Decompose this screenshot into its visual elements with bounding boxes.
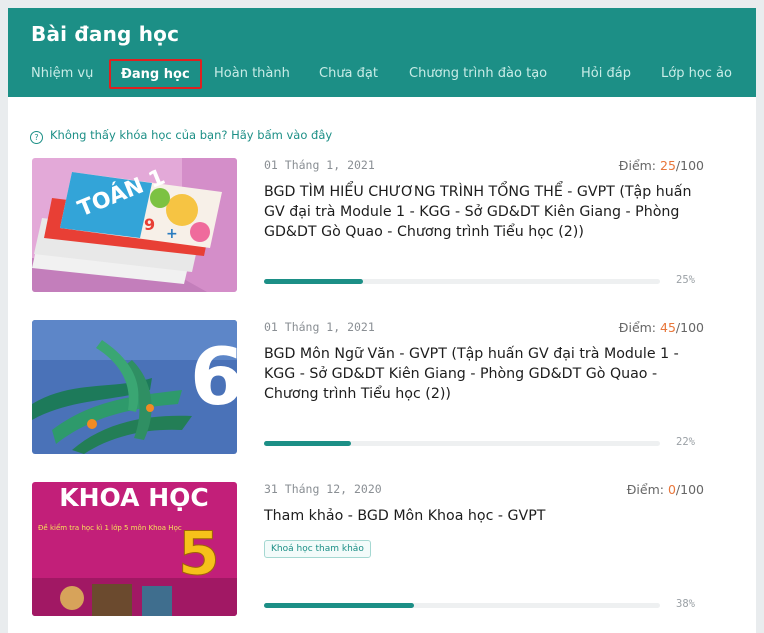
course-card: KHOA HỌC Đề kiểm tra học kì 1 lớp 5 môn … (8, 482, 756, 622)
course-score: Điểm: 25/100 (618, 158, 704, 173)
course-score: Điểm: 45/100 (618, 320, 704, 335)
help-link[interactable]: ? Không thấy khóa học của bạn? Hãy bấm và… (30, 128, 332, 144)
tab-nhiem-vu[interactable]: Nhiệm vụ (31, 66, 93, 81)
page-title: Bài đang học (31, 22, 180, 46)
tab-bar: Nhiệm vụ Đang học Hoàn thành Chưa đạt Ch… (8, 59, 756, 94)
help-text: Không thấy khóa học của bạn? Hãy bấm vào… (50, 128, 333, 142)
course-title[interactable]: BGD Môn Ngữ Văn - GVPT (Tập huấn GV đại … (264, 344, 714, 404)
tab-hoan-thanh[interactable]: Hoàn thành (214, 66, 290, 81)
progress-label: 22% (676, 436, 695, 448)
page-header: Bài đang học Nhiệm vụ Đang học Hoàn thàn… (8, 8, 756, 97)
progress-label: 38% (676, 598, 695, 610)
toan-books-illustration: TOÁN 1 9 + (32, 158, 237, 292)
khoa-hoc-cover-illustration: KHOA HỌC Đề kiểm tra học kì 1 lớp 5 môn … (32, 482, 237, 616)
progress-fill (264, 441, 352, 446)
progress-bar (264, 603, 660, 608)
khoa-hoc-cover-title: KHOA HỌC (59, 483, 208, 512)
reference-course-badge: Khoá học tham khảo (264, 540, 371, 558)
course-title[interactable]: BGD TÌM HIỂU CHƯƠNG TRÌNH TỔNG THỂ - GVP… (264, 182, 714, 242)
progress-bar (264, 441, 660, 446)
course-date: 01 Tháng 1, 2021 (264, 320, 375, 334)
question-circle-icon: ? (30, 131, 43, 144)
course-title[interactable]: Tham khảo - BGD Môn Khoa học - GVPT (264, 506, 714, 526)
course-score: Điểm: 0/100 (626, 482, 704, 497)
tab-chua-dat[interactable]: Chưa đạt (319, 66, 378, 81)
course-date: 31 Tháng 12, 2020 (264, 482, 382, 496)
course-date: 01 Tháng 1, 2021 (264, 158, 375, 172)
cover-subtitle: Đề kiểm tra học kì 1 lớp 5 môn Khoa Học (38, 523, 182, 532)
course-card: 6 01 Tháng 1, 2021 Điểm: 45/100 BGD Môn … (8, 320, 756, 460)
svg-text:+: + (166, 226, 178, 242)
progress-fill (264, 603, 415, 608)
course-card: TOÁN 1 9 + 01 Tháng 1, 2021 Điểm: 25/100… (8, 158, 756, 298)
course-thumbnail-toan[interactable]: TOÁN 1 9 + (32, 158, 237, 292)
tab-lop-hoc-ao[interactable]: Lớp học ảo (661, 66, 732, 81)
progress-label: 25% (676, 274, 695, 286)
course-thumbnail-ngu-van[interactable]: 6 (32, 320, 237, 454)
tab-dang-hoc[interactable]: Đang học (109, 59, 202, 89)
progress-bar (264, 279, 660, 284)
leaves-illustration: 6 (32, 320, 237, 454)
tab-hoi-dap[interactable]: Hỏi đáp (581, 66, 631, 81)
course-thumbnail-khoa-hoc[interactable]: KHOA HỌC Đề kiểm tra học kì 1 lớp 5 môn … (32, 482, 237, 616)
progress-fill (264, 279, 363, 284)
svg-text:9: 9 (144, 215, 155, 234)
cover-grade-number: 5 (178, 519, 220, 589)
app-frame: Bài đang học Nhiệm vụ Đang học Hoàn thàn… (8, 8, 756, 633)
tab-chuong-trinh-dao-tao[interactable]: Chương trình đào tạo (409, 66, 547, 81)
grade-number: 6 (190, 333, 237, 423)
